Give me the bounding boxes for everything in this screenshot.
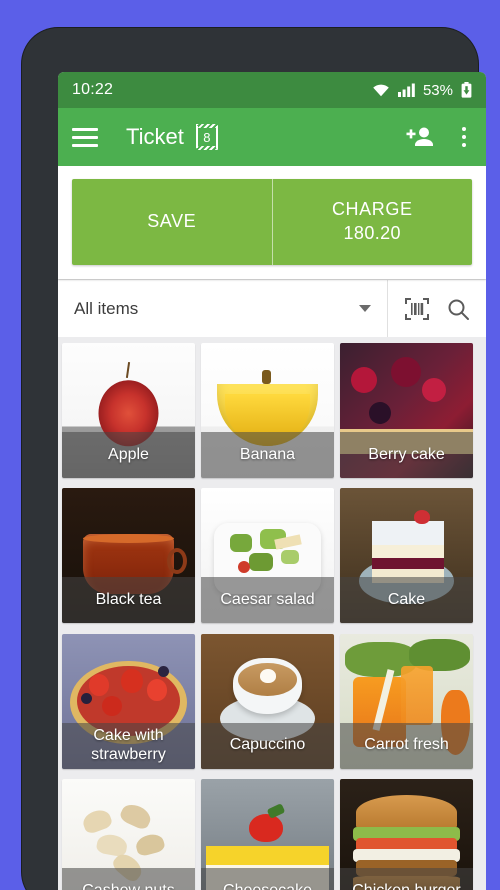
product-label-bar: Capuccino	[201, 722, 334, 769]
product-label-bar: Chicken burger	[340, 867, 473, 890]
product-card[interactable]: Cake with strawberry	[62, 633, 195, 769]
page-title: Ticket	[126, 124, 184, 149]
receipt-ticket-icon[interactable]: 8	[195, 123, 218, 151]
search-icon[interactable]	[446, 297, 470, 321]
app-bar: Ticket 8	[58, 108, 486, 166]
cellular-signal-icon	[397, 83, 415, 97]
barcode-scan-icon[interactable]	[404, 297, 430, 321]
save-button[interactable]: SAVE	[72, 179, 272, 265]
chevron-down-icon	[359, 305, 371, 312]
phone-frame: 10:22 53% Ticket 8 SAVE CHARGE 180.20 Al…	[22, 28, 486, 890]
product-card[interactable]: Black tea	[62, 488, 195, 624]
product-name: Black tea	[95, 591, 162, 609]
product-label-bar: Banana	[201, 432, 334, 478]
ticket-count-label: 8	[203, 129, 211, 145]
product-label-bar: Cake	[340, 577, 473, 624]
product-card[interactable]: Berry cake	[340, 343, 473, 478]
filter-actions	[388, 297, 486, 321]
ticket-actions-area: SAVE CHARGE 180.20	[58, 166, 486, 279]
hamburger-menu-icon[interactable]	[72, 120, 106, 154]
product-label-bar: Apple	[62, 432, 195, 478]
product-name: Carrot fresh	[364, 736, 449, 754]
product-card[interactable]: Cake	[340, 488, 473, 624]
app-bar-actions	[406, 123, 472, 151]
product-card[interactable]: Cashew nuts	[62, 778, 195, 890]
product-label-bar: Carrot fresh	[340, 722, 473, 769]
product-card[interactable]: Banana	[201, 343, 334, 478]
action-buttons: SAVE CHARGE 180.20	[72, 179, 472, 265]
status-indicators: 53%	[372, 82, 472, 99]
charge-button-label: CHARGE	[331, 199, 413, 220]
product-name: Cheesecake	[223, 882, 312, 890]
save-button-label: SAVE	[147, 211, 197, 232]
product-label-bar: Black tea	[62, 577, 195, 624]
status-time: 10:22	[72, 81, 114, 98]
product-label-bar: Caesar salad	[201, 577, 334, 624]
phone-screen: 10:22 53% Ticket 8 SAVE CHARGE 180.20 Al…	[58, 72, 486, 890]
person-add-icon[interactable]	[406, 126, 434, 148]
product-card[interactable]: Caesar salad	[201, 488, 334, 624]
more-vertical-icon[interactable]	[456, 123, 472, 151]
product-grid: Apple Banana Berry cake Black tea Caesar sal…	[58, 337, 486, 890]
category-dropdown-value: All items	[74, 298, 139, 318]
battery-charging-icon	[461, 82, 472, 98]
charge-button[interactable]: CHARGE 180.20	[271, 179, 472, 265]
status-bar: 10:22 53%	[58, 72, 486, 108]
product-label-bar: Cashew nuts	[62, 867, 195, 890]
product-label-bar: Cheesecake	[201, 867, 334, 890]
product-name: Caesar salad	[220, 591, 315, 609]
product-name: Berry cake	[368, 445, 445, 463]
charge-amount: 180.20	[343, 223, 401, 243]
product-name: Apple	[108, 445, 149, 463]
product-name: Cashew nuts	[82, 882, 175, 890]
battery-percent-label: 53%	[422, 81, 453, 99]
product-name: Chicken burger	[352, 882, 461, 890]
wifi-icon	[373, 84, 389, 97]
product-card[interactable]: Chicken burger	[340, 778, 473, 890]
product-card[interactable]: Capuccino	[201, 633, 334, 769]
product-card[interactable]: Cheesecake	[201, 778, 334, 890]
filter-bar: All items	[58, 279, 486, 337]
product-name: Capuccino	[229, 736, 306, 754]
product-label-bar: Berry cake	[340, 432, 473, 478]
product-card[interactable]: Apple	[62, 343, 195, 478]
product-name: Cake	[387, 591, 426, 609]
product-card[interactable]: Carrot fresh	[340, 633, 473, 769]
product-label-bar: Cake with strawberry	[62, 722, 195, 769]
category-dropdown[interactable]: All items	[58, 280, 387, 337]
product-name: Cake with strawberry	[91, 727, 166, 763]
product-name: Banana	[239, 445, 296, 463]
